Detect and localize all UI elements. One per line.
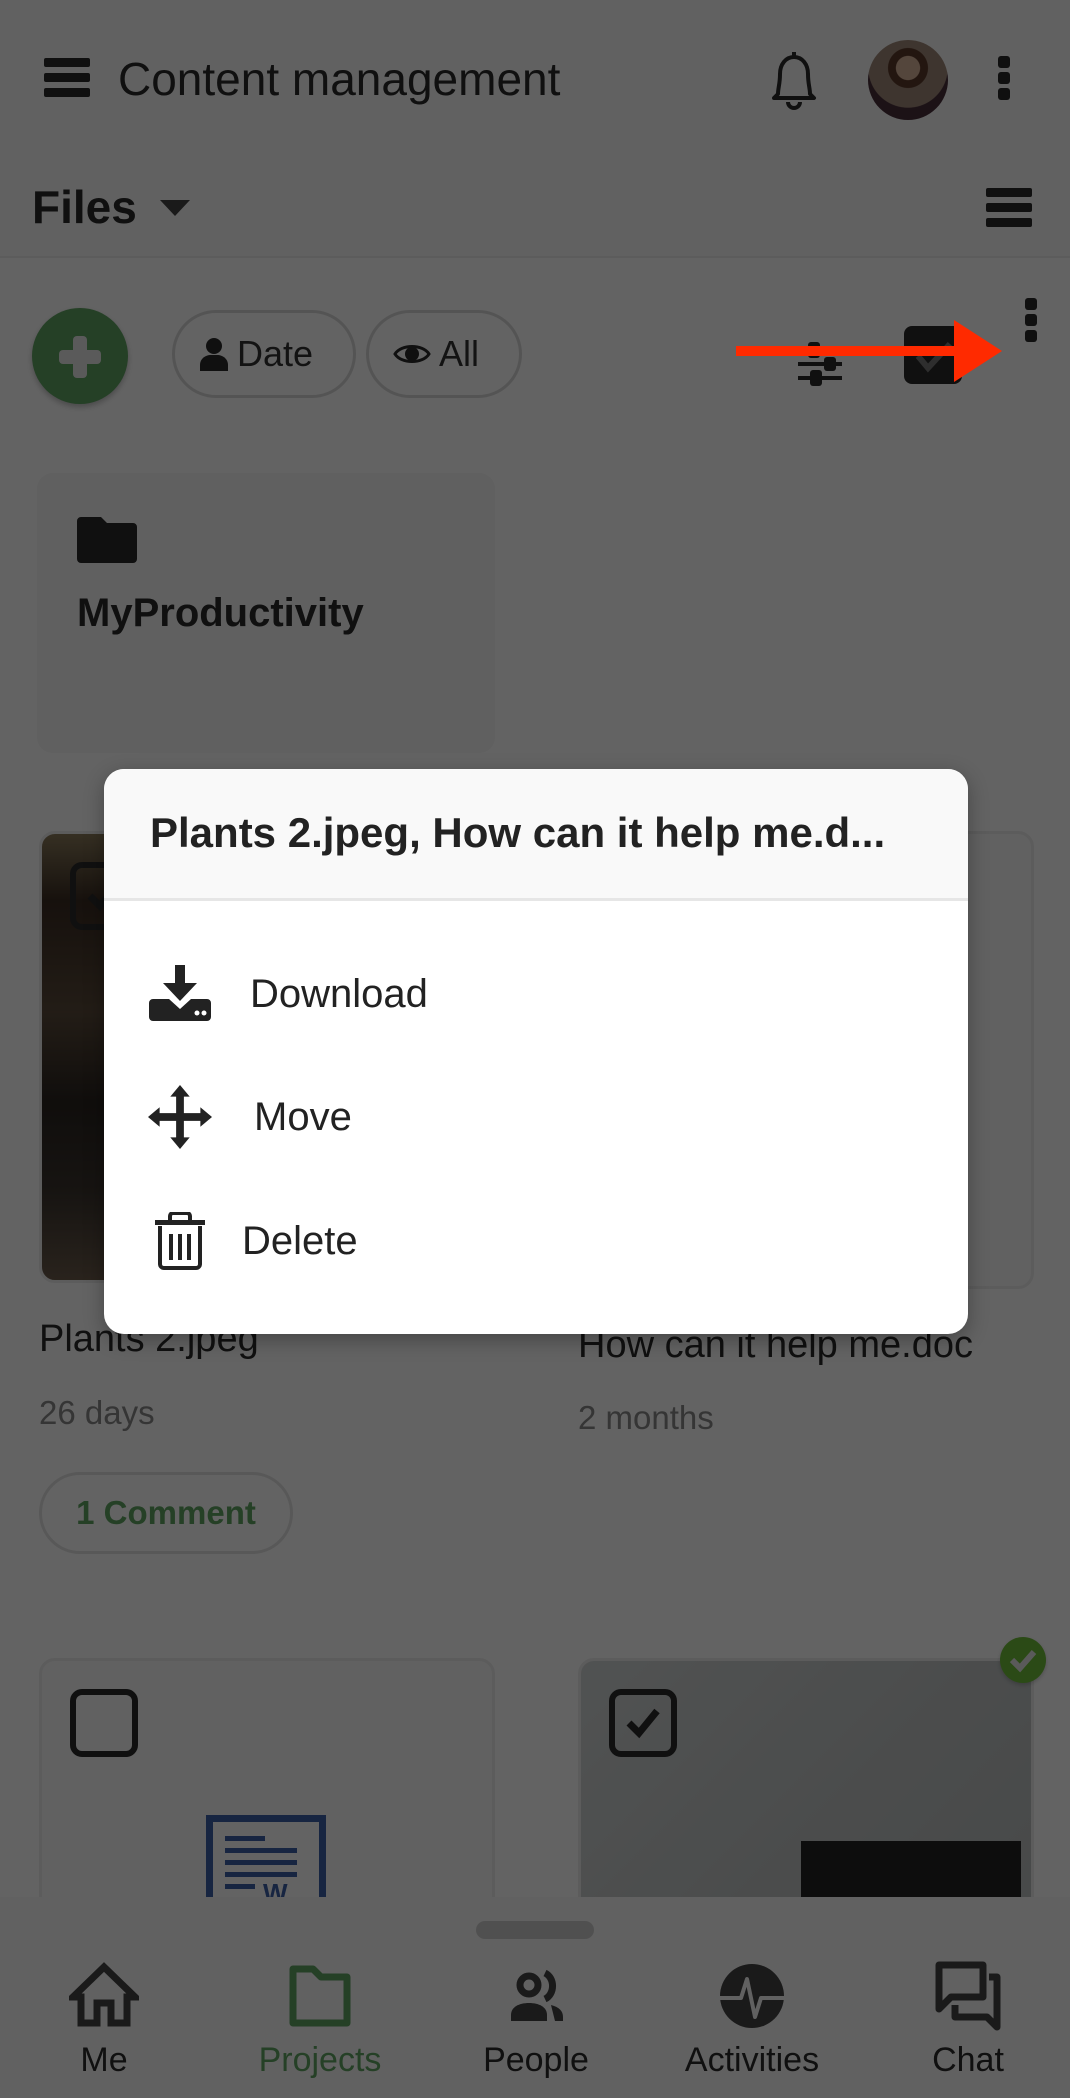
download-action[interactable]: Download xyxy=(148,954,428,1034)
modal-title: Plants 2.jpeg, How can it help me.d... xyxy=(150,809,886,856)
delete-label: Delete xyxy=(242,1218,358,1263)
actions-modal: Plants 2.jpeg, How can it help me.d... D… xyxy=(104,769,968,1334)
delete-action[interactable]: Delete xyxy=(148,1201,358,1281)
move-action[interactable]: Move xyxy=(148,1077,352,1157)
modal-header: Plants 2.jpeg, How can it help me.d... xyxy=(104,769,968,901)
download-icon xyxy=(148,959,212,1029)
download-label: Download xyxy=(250,971,428,1016)
move-icon xyxy=(148,1082,212,1152)
annotation-arrow xyxy=(736,320,1002,382)
trash-icon xyxy=(148,1206,212,1276)
move-label: Move xyxy=(254,1094,352,1139)
